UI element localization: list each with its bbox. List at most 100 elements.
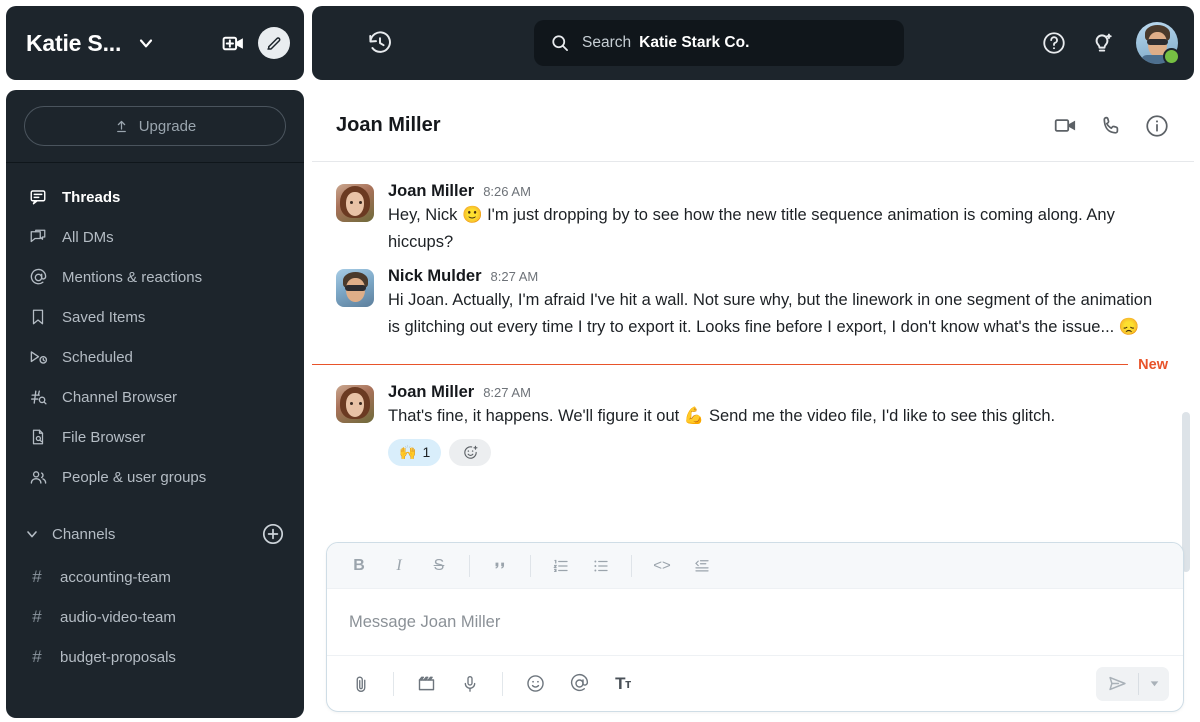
microphone-icon[interactable]: [450, 666, 490, 702]
plus-circle-icon[interactable]: [260, 521, 286, 547]
hash-icon: #: [32, 567, 42, 586]
blockquote-icon[interactable]: [482, 550, 518, 582]
message-author[interactable]: Joan Miller: [388, 182, 474, 201]
upgrade-button[interactable]: Upgrade: [24, 106, 286, 146]
info-icon[interactable]: [1134, 103, 1180, 149]
divider-line: [312, 364, 1129, 366]
search-placeholder: Search: [582, 34, 632, 51]
scrollbar-thumb[interactable]: [1182, 412, 1190, 572]
send-options-button[interactable]: [1139, 667, 1169, 701]
video-add-icon[interactable]: [216, 26, 250, 60]
search-input[interactable]: Search Katie Stark Co.: [534, 20, 904, 66]
toolbar-separator: [530, 554, 531, 577]
video-clip-icon[interactable]: [406, 666, 446, 702]
channel-label: accounting-team: [60, 568, 171, 586]
new-messages-divider: New: [312, 357, 1194, 373]
message-text: Hi Joan. Actually, I'm afraid I've hit a…: [388, 291, 1153, 337]
avatar[interactable]: [1136, 22, 1180, 65]
sidebar-item-saved-items[interactable]: Saved Items: [6, 297, 304, 337]
search-area: Search Katie Stark Co.: [402, 20, 1036, 66]
avatar[interactable]: [336, 184, 374, 222]
sidebar-item-label: People & user groups: [62, 468, 207, 486]
code-icon[interactable]: <>: [644, 550, 680, 582]
channel-search-icon: [28, 387, 48, 407]
message-meta: Joan Miller 8:27 AM: [388, 383, 1154, 402]
video-call-icon[interactable]: [1042, 103, 1088, 149]
message-item: Nick Mulder 8:27 AM Hi Joan. Actually, I…: [312, 261, 1194, 346]
message-input[interactable]: Message Joan Miller: [327, 589, 1183, 655]
sidebar-item-label: Threads: [62, 188, 121, 206]
sidebar-item-label: Saved Items: [62, 308, 146, 326]
sidebar-item-file-browser[interactable]: File Browser: [6, 417, 304, 457]
message-body: Joan Miller 8:27 AM That's fine, it happ…: [388, 383, 1154, 466]
top-bar: Search Katie Stark Co.: [312, 6, 1194, 80]
toolbar-separator: [631, 554, 632, 577]
message-text: Hey, Nick 🙂 I'm just dropping by to see …: [388, 206, 1115, 251]
italic-icon[interactable]: I: [381, 550, 417, 582]
message-author[interactable]: Nick Mulder: [388, 267, 482, 286]
right-column: Search Katie Stark Co. Joan Miller Joan …: [312, 6, 1194, 718]
workspace-name[interactable]: Katie S...: [26, 30, 121, 57]
at-icon: [28, 267, 48, 287]
avatar[interactable]: [336, 384, 374, 423]
toolbar-separator: [502, 671, 503, 696]
mention-icon[interactable]: [559, 666, 599, 702]
workspace-header: Katie S...: [6, 6, 304, 80]
emoji-icon[interactable]: [515, 666, 555, 702]
channel-audio-video-team[interactable]: # audio-video-team: [6, 597, 304, 637]
format-text-icon[interactable]: Tт: [603, 666, 643, 702]
sidebar-item-all-dms[interactable]: All DMs: [6, 217, 304, 257]
message-scrollbar[interactable]: [1182, 412, 1190, 572]
sidebar-item-label: Channel Browser: [62, 388, 178, 406]
phone-call-icon[interactable]: [1088, 103, 1134, 149]
upload-arrow-icon: [114, 119, 129, 134]
add-reaction-icon[interactable]: [449, 438, 492, 466]
sidebar-item-scheduled[interactable]: Scheduled: [6, 337, 304, 377]
bulleted-list-icon[interactable]: [583, 550, 619, 582]
sidebar-item-mentions[interactable]: Mentions & reactions: [6, 257, 304, 297]
chevron-down-icon[interactable]: [133, 30, 159, 56]
code-block-icon[interactable]: [684, 550, 720, 582]
message-composer: B I S <> Message Joan Miller T т: [326, 542, 1184, 712]
ai-lightbulb-icon[interactable]: [1084, 25, 1120, 61]
sidebar-item-label: Scheduled: [62, 348, 133, 366]
conversation-header: Joan Miller: [312, 90, 1194, 162]
reaction-pill[interactable]: 🙌 1: [388, 438, 442, 466]
app-window: Katie S... Upgrade Threads All DMs Menti…: [0, 0, 1200, 722]
threads-icon: [28, 187, 48, 207]
reaction-bar: 🙌 1: [388, 438, 1154, 466]
channel-label: audio-video-team: [60, 608, 176, 626]
channel-budget-proposals[interactable]: # budget-proposals: [6, 637, 304, 677]
sidebar-item-people[interactable]: People & user groups: [6, 457, 304, 497]
strikethrough-icon[interactable]: S: [421, 550, 457, 582]
message-timestamp: 8:27 AM: [483, 384, 531, 400]
send-button[interactable]: [1096, 667, 1138, 701]
bold-icon[interactable]: B: [341, 550, 377, 582]
message-text: That's fine, it happens. We'll figure it…: [388, 406, 1056, 425]
upgrade-section: Upgrade: [6, 106, 304, 162]
conversation-panel: Joan Miller Joan Miller 8:26 AM Hey, Nic…: [312, 90, 1194, 718]
message-body: Nick Mulder 8:27 AM Hi Joan. Actually, I…: [388, 267, 1154, 340]
reaction-count: 1: [422, 444, 431, 461]
search-icon: [550, 33, 570, 53]
avatar[interactable]: [336, 269, 374, 308]
ordered-list-icon[interactable]: [543, 550, 579, 582]
message-body: Joan Miller 8:26 AM Hey, Nick 🙂 I'm just…: [388, 182, 1154, 255]
toolbar-separator: [469, 554, 470, 577]
message-author[interactable]: Joan Miller: [388, 383, 474, 402]
sidebar-divider: [6, 162, 304, 163]
attachment-icon[interactable]: [341, 666, 381, 702]
message-item: Joan Miller 8:26 AM Hey, Nick 🙂 I'm just…: [312, 176, 1194, 261]
sidebar-item-channel-browser[interactable]: Channel Browser: [6, 377, 304, 417]
send-group: [1096, 666, 1169, 701]
sidebar-item-threads[interactable]: Threads: [6, 177, 304, 217]
history-clock-icon[interactable]: [358, 21, 402, 65]
compose-button[interactable]: [258, 27, 290, 59]
sidebar-nav: Threads All DMs Mentions & reactions Sav…: [6, 173, 304, 497]
channels-section-header[interactable]: Channels: [6, 511, 304, 557]
channel-accounting-team[interactable]: # accounting-team: [6, 557, 304, 597]
help-circle-icon[interactable]: [1036, 25, 1072, 61]
hash-icon: #: [32, 607, 42, 626]
page-title[interactable]: Joan Miller: [336, 114, 440, 137]
message-item: Joan Miller 8:27 AM That's fine, it happ…: [312, 377, 1194, 472]
